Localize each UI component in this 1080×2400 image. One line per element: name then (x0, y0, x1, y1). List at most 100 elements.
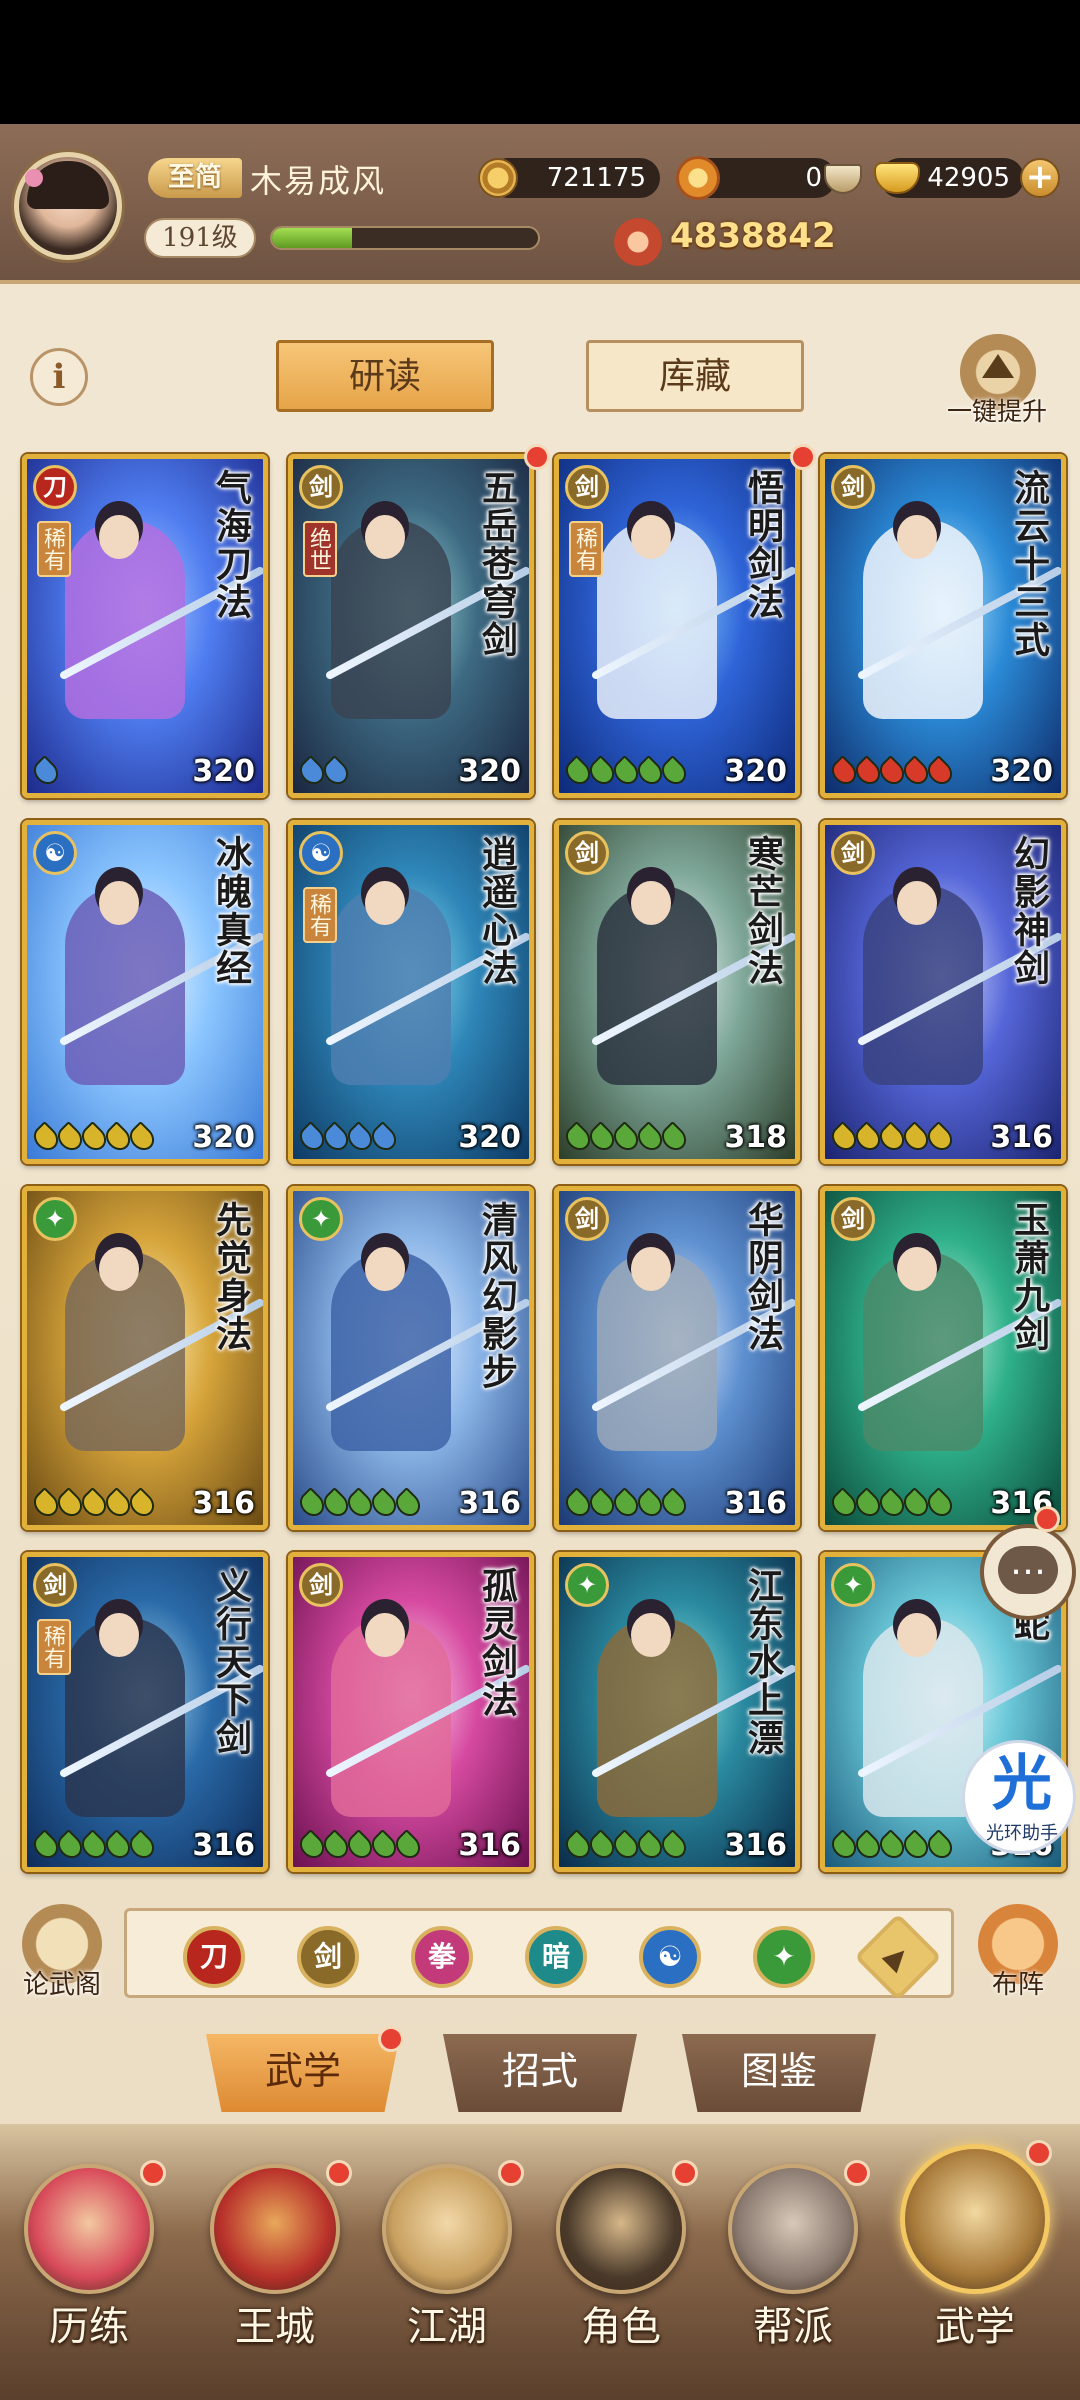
card-title: 孤灵剑法 (476, 1567, 518, 1719)
hero-head (99, 1613, 139, 1657)
martial-art-card[interactable]: ☯ 冰魄真经 320 (22, 820, 268, 1164)
vip-badge[interactable]: 至简 (148, 158, 242, 198)
martial-art-card[interactable]: ✦ 清风幻影步 316 (288, 1186, 534, 1530)
nav-item[interactable]: 历练 (14, 2164, 164, 2364)
sword-type-icon: 剑 (33, 1563, 77, 1607)
sword-type-icon: 剑 (299, 1563, 343, 1607)
copper-coin-icon (478, 158, 518, 198)
nav-notification-dot (672, 2160, 698, 2186)
hero-head (365, 1613, 405, 1657)
player-avatar[interactable] (14, 152, 122, 260)
blade-type-icon: 刀 (33, 465, 77, 509)
filter-move-icon[interactable]: ✦ (753, 1926, 815, 1988)
star-rating (827, 1121, 957, 1155)
chat-button[interactable]: … (980, 1524, 1076, 1620)
martial-art-card[interactable]: 剑 寒芒剑法 318 (554, 820, 800, 1164)
card-level: 320 (458, 754, 521, 789)
sword-type-icon: 剑 (831, 1197, 875, 1241)
martial-art-card[interactable]: 剑 孤灵剑法 316 (288, 1552, 534, 1872)
card-level: 316 (990, 1120, 1053, 1155)
hero-head (631, 515, 671, 559)
formation-button[interactable]: 布阵 (968, 1904, 1068, 2012)
filter-up-icon[interactable]: ▲ (854, 1913, 942, 2001)
nav-item-label: 武学 (935, 2304, 1015, 2350)
spirit-flame-icon (676, 156, 720, 200)
martial-art-card[interactable]: ✦ 先觉身法 316 (22, 1186, 268, 1530)
chat-notification-dot (1034, 1506, 1060, 1532)
subtab-codex[interactable]: 图鉴 (682, 2034, 876, 2112)
card-level: 316 (724, 1486, 787, 1521)
star-rating (295, 1829, 425, 1863)
sword-type-icon: 剑 (565, 1197, 609, 1241)
hero-head (99, 1247, 139, 1291)
star-rating (827, 1487, 957, 1521)
tab-storage[interactable]: 库藏 (586, 340, 804, 412)
filter-hidden-icon[interactable]: 暗 (525, 1926, 587, 1988)
martial-art-card[interactable]: 剑 幻影神剑 316 (820, 820, 1066, 1164)
move-type-icon: ✦ (565, 1563, 609, 1607)
card-title: 先觉身法 (210, 1201, 252, 1353)
sword-type-icon: 剑 (565, 831, 609, 875)
martial-art-card[interactable]: 剑 流云十三式 320 (820, 454, 1066, 798)
nav-item[interactable]: 江湖 (372, 2164, 522, 2364)
card-level: 320 (458, 1120, 521, 1155)
hero-head (631, 881, 671, 925)
martial-art-card[interactable]: 剑 华阴剑法 316 (554, 1186, 800, 1530)
filter-blade-icon[interactable]: 刀 (183, 1926, 245, 1988)
star-rating (561, 1487, 691, 1521)
card-level: 316 (192, 1828, 255, 1863)
sword-type-icon: 剑 (565, 465, 609, 509)
martial-art-card[interactable]: 剑稀有 义行天下剑 316 (22, 1552, 268, 1872)
move-type-icon: ✦ (299, 1197, 343, 1241)
filter-inner-icon[interactable]: ☯ (639, 1926, 701, 1988)
combat-power-icon (614, 218, 662, 266)
move-type-icon: ✦ (33, 1197, 77, 1241)
star-rating (29, 755, 63, 789)
sword-type-icon: 剑 (831, 465, 875, 509)
card-title: 冰魄真经 (210, 835, 252, 987)
tab-study[interactable]: 研读 (276, 340, 494, 412)
martial-art-card[interactable]: 刀稀有 气海刀法 320 (22, 454, 268, 798)
hero-head (897, 1613, 937, 1657)
martial-art-card[interactable]: 剑稀有 悟明剑法 320 (554, 454, 800, 798)
hero-head (365, 515, 405, 559)
hero-head (631, 1247, 671, 1291)
nav-item-icon (900, 2144, 1050, 2294)
avatar-flower (25, 169, 43, 187)
nav-notification-dot (1026, 2140, 1052, 2166)
martial-art-card[interactable]: ☯ 稀有 逍遥心法 320 (288, 820, 534, 1164)
nav-item[interactable]: 角色 (546, 2164, 696, 2364)
info-button[interactable]: i (30, 348, 88, 406)
card-title: 幻影神剑 (1008, 835, 1050, 987)
filter-fist-icon[interactable]: 拳 (411, 1926, 473, 1988)
card-level: 320 (192, 1120, 255, 1155)
nav-item-label: 江湖 (407, 2304, 487, 2350)
martial-art-card[interactable]: ✦ 江东水上漂 316 (554, 1552, 800, 1872)
rarity-tag: 稀有 (303, 887, 337, 943)
game-screen: 至简 木易成风 191级 721175 0 42905 + 4838842 i … (0, 124, 1080, 2400)
subtab-martial-arts[interactable]: 武学 (206, 2034, 400, 2112)
nav-notification-dot (844, 2160, 870, 2186)
card-title: 寒芒剑法 (742, 835, 784, 987)
one-click-upgrade-button[interactable]: 一键提升 (932, 334, 1062, 434)
nav-item[interactable]: 武学 (900, 2144, 1050, 2364)
card-level: 316 (458, 1486, 521, 1521)
nav-item-icon (210, 2164, 340, 2294)
combat-power-value: 4838842 (670, 216, 836, 256)
martial-art-card[interactable]: 剑玉萧九剑 316 (820, 1186, 1066, 1530)
assistant-floating-button[interactable]: 光 光环助手 (962, 1740, 1076, 1854)
card-notification-dot (790, 444, 816, 470)
nav-item[interactable]: 帮派 (718, 2164, 868, 2364)
debate-hall-button[interactable]: 论武阁 (12, 1904, 112, 2012)
card-title: 江东水上漂 (742, 1567, 784, 1757)
nav-item-icon (728, 2164, 858, 2294)
add-gold-plus-icon[interactable]: + (1020, 158, 1060, 198)
subtab-moves[interactable]: 招式 (443, 2034, 637, 2112)
inner-type-icon: ☯ (299, 831, 343, 875)
hero-head (897, 515, 937, 559)
filter-sword-icon[interactable]: 剑 (297, 1926, 359, 1988)
nav-item[interactable]: 王城 (200, 2164, 350, 2364)
star-rating (29, 1829, 159, 1863)
martial-art-card[interactable]: 剑绝世 五岳苍穹剑 320 (288, 454, 534, 798)
nav-item-label: 角色 (581, 2304, 661, 2350)
